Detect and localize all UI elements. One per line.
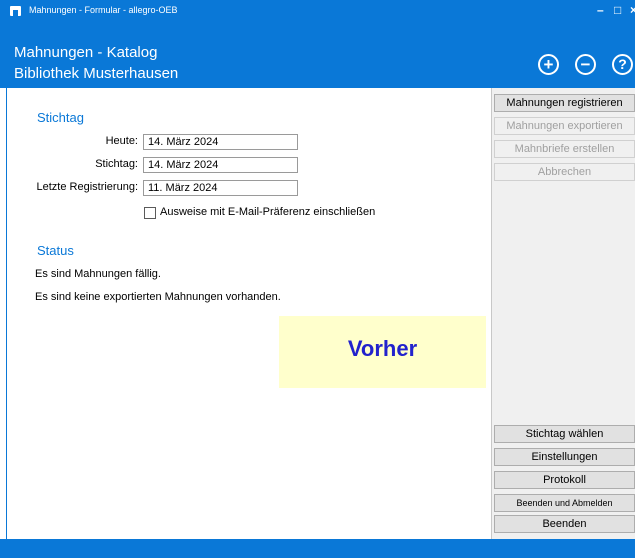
create-letters-button[interactable]: Mahnbriefe erstellen xyxy=(494,140,635,158)
exit-button[interactable]: Beenden xyxy=(494,515,635,533)
main-pane: Stichtag Heute: 14. März 2024 Stichtag: … xyxy=(6,88,492,539)
window-title: Mahnungen - Formular - allegro-OEB xyxy=(29,5,178,15)
note-text: Vorher xyxy=(347,336,418,361)
heute-field[interactable]: 14. März 2024 xyxy=(143,134,298,150)
export-reminders-button[interactable]: Mahnungen exportieren xyxy=(494,117,635,135)
app-icon xyxy=(10,6,21,16)
maximize-icon[interactable]: □ xyxy=(614,2,621,18)
plus-circle-icon[interactable]: + xyxy=(538,54,559,75)
choose-date-button[interactable]: Stichtag wählen xyxy=(494,425,635,443)
stichtag-field[interactable]: 14. März 2024 xyxy=(143,157,298,173)
log-button[interactable]: Protokoll xyxy=(494,471,635,489)
header: Mahnungen - Katalog Bibliothek Musterhau… xyxy=(0,22,635,88)
status-text-due: Es sind Mahnungen fällig. xyxy=(35,268,161,280)
email-preference-checkbox-label[interactable]: Ausweise mit E-Mail-Präferenz einschließ… xyxy=(160,206,375,218)
header-title: Mahnungen - Katalog xyxy=(14,44,158,61)
letzte-registrierung-label: Letzte Registrierung: xyxy=(36,181,139,193)
close-icon[interactable]: × xyxy=(630,2,635,18)
minus-circle-icon[interactable]: − xyxy=(575,54,596,75)
cancel-button[interactable]: Abbrechen xyxy=(494,163,635,181)
help-circle-icon[interactable]: ? xyxy=(612,54,633,75)
sticky-note: Vorher xyxy=(279,316,486,388)
register-reminders-button[interactable]: Mahnungen registrieren xyxy=(494,94,635,112)
minimize-icon[interactable]: – xyxy=(597,2,604,18)
status-text-exported: Es sind keine exportierten Mahnungen vor… xyxy=(35,291,281,303)
email-preference-checkbox[interactable] xyxy=(144,207,156,219)
action-pane: Mahnungen registrieren Mahnungen exporti… xyxy=(491,88,635,539)
settings-button[interactable]: Einstellungen xyxy=(494,448,635,466)
exit-and-logout-button[interactable]: Beenden und Abmelden xyxy=(494,494,635,512)
title-bar: Mahnungen - Formular - allegro-OEB – □ × xyxy=(0,0,635,22)
heute-label: Heute: xyxy=(105,135,138,147)
section-title-stichtag: Stichtag xyxy=(37,110,84,125)
stichtag-label: Stichtag: xyxy=(95,158,138,170)
section-title-status: Status xyxy=(37,243,74,258)
status-bar xyxy=(0,539,635,558)
letzte-registrierung-field[interactable]: 11. März 2024 xyxy=(143,180,298,196)
header-subtitle: Bibliothek Musterhausen xyxy=(14,65,179,82)
